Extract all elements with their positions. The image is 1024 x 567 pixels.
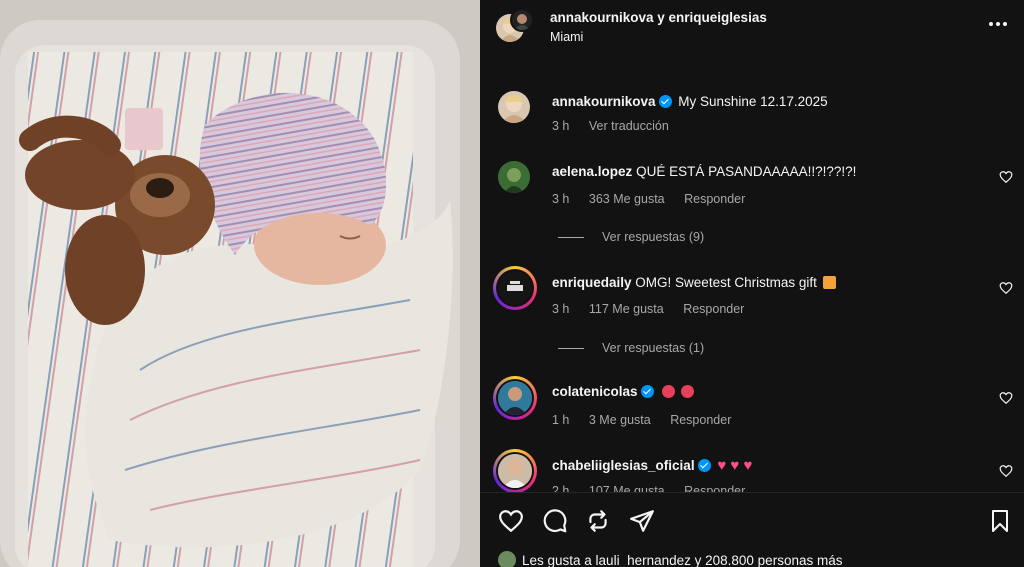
comment-item: chabeliiglesias_oficial ♥ ♥ ♥ 2 h 107 Me… <box>480 0 1024 492</box>
commenter-avatar <box>498 454 532 488</box>
repost-icon[interactable] <box>585 508 611 534</box>
comment-bubble-icon[interactable] <box>542 508 568 534</box>
like-heart-icon[interactable] <box>498 508 524 534</box>
bookmark-icon[interactable] <box>988 508 1012 534</box>
newborn-baby-photo <box>0 0 480 567</box>
divider <box>480 492 1024 493</box>
liker-avatar <box>498 551 516 567</box>
reply-button[interactable]: Responder <box>684 484 745 492</box>
likes-text: Les gusta a lauli_hernandez y 208.800 pe… <box>522 553 843 567</box>
comment-likes[interactable]: 107 Me gusta <box>589 484 665 492</box>
comment-time: 2 h <box>552 484 570 492</box>
comments-panel: annakournikova y enriqueiglesias Miami a… <box>480 0 1024 567</box>
share-send-icon[interactable] <box>629 508 655 534</box>
like-comment-heart-icon[interactable] <box>999 464 1013 478</box>
likes-summary[interactable]: Les gusta a lauli_hernandez y 208.800 pe… <box>498 551 842 567</box>
comment-username[interactable]: chabeliiglesias_oficial <box>552 458 695 473</box>
story-ring[interactable] <box>493 449 537 492</box>
pink-heart-emoji-icon: ♥ ♥ ♥ <box>717 457 753 474</box>
post-photo <box>0 0 480 567</box>
verified-badge-icon <box>697 459 711 472</box>
